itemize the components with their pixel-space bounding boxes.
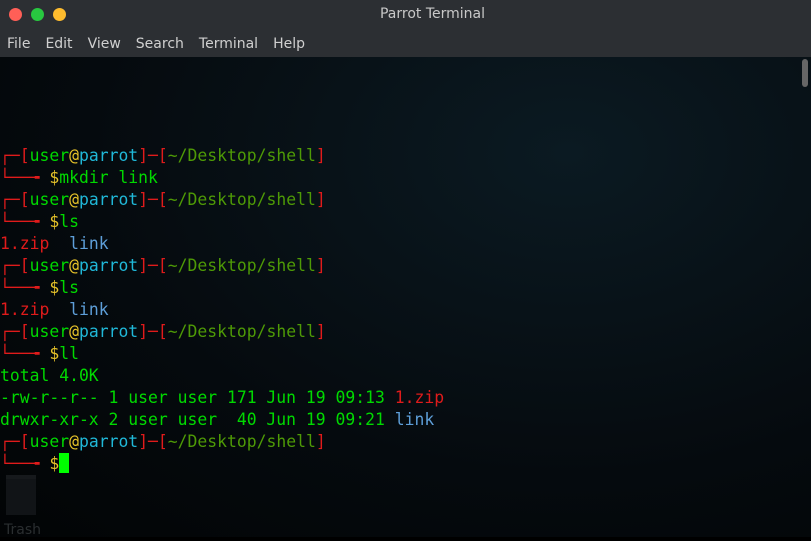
prompt-bracket: ] <box>316 190 326 209</box>
terminal-line: drwxr-xr-x 2 user user 40 Jun 19 09:21 l… <box>0 409 811 431</box>
prompt-bracket: ] <box>316 146 326 165</box>
prompt-path: ~/Desktop/shell <box>168 190 316 209</box>
command-text: mkdir link <box>59 168 158 187</box>
prompt-dollar: $ <box>49 212 59 231</box>
prompt-at: @ <box>69 322 79 341</box>
prompt-path: ~/Desktop/shell <box>168 322 316 341</box>
prompt-separator: ]─[ <box>138 146 168 165</box>
terminal-output[interactable]: Trash ┌─[user@parrot]─[~/Desktop/shell]└… <box>0 57 811 537</box>
prompt-host: parrot <box>79 190 138 209</box>
terminal-line: -rw-r--r-- 1 user user 171 Jun 19 09:13 … <box>0 387 811 409</box>
menu-help[interactable]: Help <box>273 36 305 52</box>
prompt-dollar: $ <box>49 278 59 297</box>
prompt-bracket: ┌─[ <box>0 190 30 209</box>
command-text: ls <box>59 212 79 231</box>
title-bar: Parrot Terminal <box>0 0 811 30</box>
prompt-host: parrot <box>79 256 138 275</box>
file-name: 1.zip <box>0 234 49 253</box>
file-name: link <box>395 410 434 429</box>
window-title: Parrot Terminal <box>0 6 811 22</box>
prompt-path: ~/Desktop/shell <box>168 146 316 165</box>
menu-view[interactable]: View <box>88 36 121 52</box>
prompt-corner: └──╼ <box>0 454 49 473</box>
prompt-at: @ <box>69 190 79 209</box>
terminal-line: ┌─[user@parrot]─[~/Desktop/shell] <box>0 189 811 211</box>
prompt-corner: └──╼ <box>0 344 49 363</box>
prompt-bracket: ┌─[ <box>0 256 30 275</box>
prompt-separator: ]─[ <box>138 322 168 341</box>
terminal-line: ┌─[user@parrot]─[~/Desktop/shell] <box>0 431 811 453</box>
command-text: ll <box>59 344 79 363</box>
terminal-line: ┌─[user@parrot]─[~/Desktop/shell] <box>0 321 811 343</box>
file-details: drwxr-xr-x 2 user user 40 Jun 19 09:21 <box>0 410 395 429</box>
prompt-corner: └──╼ <box>0 278 49 297</box>
terminal-line: └──╼ $ls <box>0 211 811 233</box>
prompt-bracket: ] <box>316 432 326 451</box>
terminal-line: └──╼ $ll <box>0 343 811 365</box>
prompt-host: parrot <box>79 146 138 165</box>
prompt-user: user <box>30 322 69 341</box>
prompt-host: parrot <box>79 432 138 451</box>
command-text: ls <box>59 278 79 297</box>
output-text: total 4.0K <box>0 366 99 385</box>
file-name: link <box>69 234 108 253</box>
prompt-bracket: ] <box>316 256 326 275</box>
prompt-user: user <box>30 146 69 165</box>
desktop-trash-label: Trash <box>4 519 41 541</box>
file-details: -rw-r--r-- 1 user user 171 Jun 19 09:13 <box>0 388 395 407</box>
menu-terminal[interactable]: Terminal <box>199 36 258 52</box>
terminal-line: 1.zip link <box>0 233 811 255</box>
prompt-user: user <box>30 256 69 275</box>
prompt-bracket: ┌─[ <box>0 146 30 165</box>
terminal-line: ┌─[user@parrot]─[~/Desktop/shell] <box>0 255 811 277</box>
prompt-corner: └──╼ <box>0 168 49 187</box>
menu-search[interactable]: Search <box>136 36 184 52</box>
terminal-line: └──╼ $mkdir link <box>0 167 811 189</box>
prompt-user: user <box>30 432 69 451</box>
menu-edit[interactable]: Edit <box>45 36 72 52</box>
terminal-line: ┌─[user@parrot]─[~/Desktop/shell] <box>0 145 811 167</box>
prompt-dollar: $ <box>49 344 59 363</box>
terminal-line: └──╼ $ <box>0 453 811 475</box>
prompt-path: ~/Desktop/shell <box>168 256 316 275</box>
prompt-dollar: $ <box>49 168 59 187</box>
prompt-path: ~/Desktop/shell <box>168 432 316 451</box>
menu-file[interactable]: File <box>7 36 30 52</box>
prompt-corner: └──╼ <box>0 212 49 231</box>
terminal-line: └──╼ $ls <box>0 277 811 299</box>
prompt-user: user <box>30 190 69 209</box>
trash-icon <box>6 475 36 515</box>
prompt-bracket: ] <box>316 322 326 341</box>
terminal-line: 1.zip link <box>0 299 811 321</box>
prompt-separator: ]─[ <box>138 432 168 451</box>
prompt-at: @ <box>69 146 79 165</box>
file-name: link <box>69 300 108 319</box>
menu-bar: File Edit View Search Terminal Help <box>0 30 811 57</box>
prompt-separator: ]─[ <box>138 190 168 209</box>
scrollbar[interactable] <box>802 59 808 87</box>
prompt-dollar: $ <box>49 454 59 473</box>
prompt-at: @ <box>69 432 79 451</box>
prompt-bracket: ┌─[ <box>0 432 30 451</box>
prompt-host: parrot <box>79 322 138 341</box>
prompt-separator: ]─[ <box>138 256 168 275</box>
file-name: 1.zip <box>0 300 49 319</box>
file-name: 1.zip <box>395 388 444 407</box>
terminal-line: total 4.0K <box>0 365 811 387</box>
terminal-cursor <box>59 453 69 473</box>
prompt-at: @ <box>69 256 79 275</box>
prompt-bracket: ┌─[ <box>0 322 30 341</box>
